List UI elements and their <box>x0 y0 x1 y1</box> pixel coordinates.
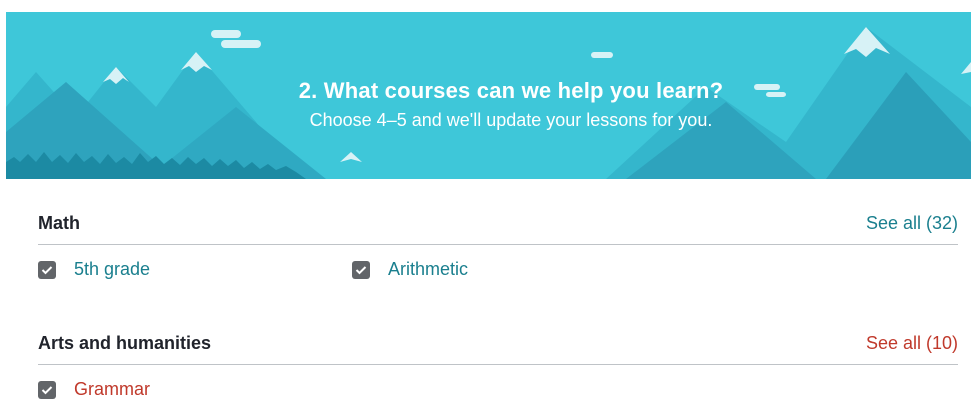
section-header: Math See all (32) <box>38 208 958 245</box>
section-arts-and-humanities: Arts and humanities See all (10) Grammar <box>38 328 958 405</box>
banner-subtitle: Choose 4–5 and we'll update your lessons… <box>309 110 713 130</box>
checkmark-icon <box>41 265 53 274</box>
checkbox[interactable] <box>352 260 370 279</box>
checkmark-icon <box>41 385 53 394</box>
course-label: 5th grade <box>74 259 151 279</box>
course-item-5th-grade[interactable]: 5th grade <box>38 259 150 280</box>
course-item-arithmetic[interactable]: Arithmetic <box>352 259 468 280</box>
course-label: Grammar <box>74 379 150 399</box>
section-title: Math <box>38 213 80 233</box>
course-label: Arithmetic <box>388 259 469 279</box>
banner-text: 2. What courses can we help you learn? C… <box>6 12 971 179</box>
section-title: Arts and humanities <box>38 333 212 353</box>
banner-title: 2. What courses can we help you learn? <box>298 78 724 103</box>
checkbox[interactable] <box>38 260 56 279</box>
checkbox[interactable] <box>38 380 56 399</box>
see-all-arts-link[interactable]: See all (10) <box>866 333 958 354</box>
section-header: Arts and humanities See all (10) <box>38 328 958 365</box>
section-math: Math See all (32) 5th grade Arithmetic <box>38 208 958 285</box>
header-banner: 2. What courses can we help you learn? C… <box>6 12 971 179</box>
checkmark-icon <box>355 265 367 274</box>
course-list: 5th grade Arithmetic <box>38 245 958 285</box>
see-all-math-link[interactable]: See all (32) <box>866 213 958 234</box>
course-list: Grammar <box>38 365 958 405</box>
course-item-grammar[interactable]: Grammar <box>38 379 150 400</box>
